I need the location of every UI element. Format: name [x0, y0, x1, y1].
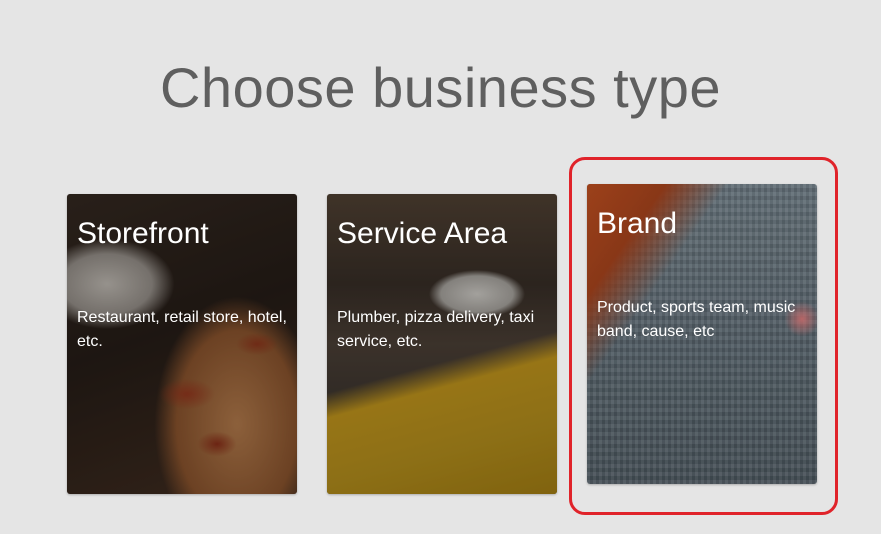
- service-area-title: Service Area: [337, 217, 508, 250]
- service-area-card[interactable]: Service Area Plumber, pizza delivery, ta…: [327, 194, 557, 494]
- storefront-card[interactable]: Storefront Restaurant, retail store, hot…: [67, 194, 297, 494]
- page-title: Choose business type: [159, 56, 721, 119]
- business-type-page: Choose business type Storefront Restaura…: [0, 0, 881, 534]
- storefront-title: Storefront: [77, 217, 209, 250]
- brand-card[interactable]: Brand Product, sports team, music band, …: [587, 184, 817, 484]
- service-area-description: Plumber, pizza delivery, taxi service, e…: [337, 309, 535, 350]
- storefront-description: Restaurant, retail store, hotel, etc.: [77, 309, 287, 350]
- brand-title: Brand: [597, 207, 678, 240]
- brand-description: Product, sports team, music band, cause,…: [597, 299, 796, 340]
